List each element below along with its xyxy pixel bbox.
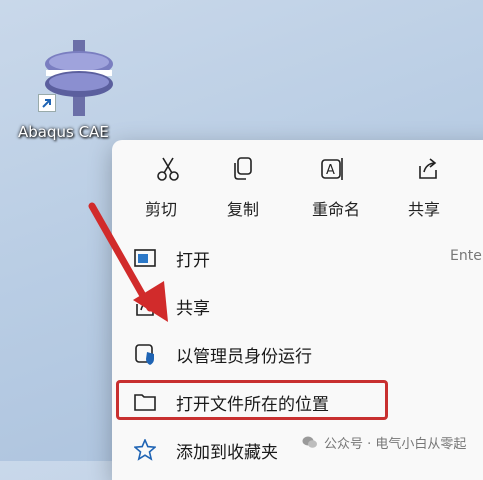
desktop-shortcut-abaqus[interactable]: Abaqus CAE [18,38,128,143]
shortcut-arrow-icon [38,94,56,112]
scissors-icon [157,157,179,181]
menu-item-run-as-admin-label: 以管理员身份运行 [176,347,312,367]
share-label: 共享 [407,200,440,219]
cut-label: 剪切 [144,200,177,219]
open-app-icon [134,249,156,267]
rename-label: 重命名 [311,200,360,219]
copy-label: 复制 [226,200,259,219]
menu-item-share-label: 共享 [176,299,210,319]
watermark: 公众号 · 电气小白从零起 [302,430,466,454]
menu-item-open[interactable]: 打开 Ente [122,238,483,278]
menu-item-open-file-location[interactable]: 打开文件所在的位置 [116,380,483,422]
menu-item-open-file-location-label: 打开文件所在的位置 [176,395,329,415]
watermark-text: 公众号 · 电气小白从零起 [324,436,467,452]
quick-actions-row: 剪切 复制 A 重命名 共享 [124,148,464,226]
context-menu: 剪切 复制 A 重命名 共享 打开 Ente 共享 以管理员身份运行 打开文件所… [112,140,483,480]
desktop-icon-label: Abaqus CAE [18,123,109,141]
shield-icon [135,344,154,365]
copy-button[interactable]: 复制 [198,148,288,226]
svg-text:A: A [326,163,335,178]
star-icon [134,439,156,461]
menu-item-share[interactable]: 共享 [122,286,483,326]
share-icon [136,296,154,316]
rename-icon: A [321,158,343,180]
menu-item-open-shortcut: Ente [450,248,482,264]
wechat-icon [302,436,317,448]
rename-button[interactable]: A 重命名 [288,148,384,226]
menu-item-open-label: 打开 [176,251,210,271]
copy-icon [234,157,252,180]
menu-item-add-to-favorites-label: 添加到收藏夹 [176,443,278,463]
share-button[interactable]: 共享 [384,148,464,226]
cut-button[interactable]: 剪切 [124,148,198,226]
share-icon [419,158,437,179]
folder-icon [134,394,156,411]
menu-item-run-as-admin[interactable]: 以管理员身份运行 [122,334,483,374]
